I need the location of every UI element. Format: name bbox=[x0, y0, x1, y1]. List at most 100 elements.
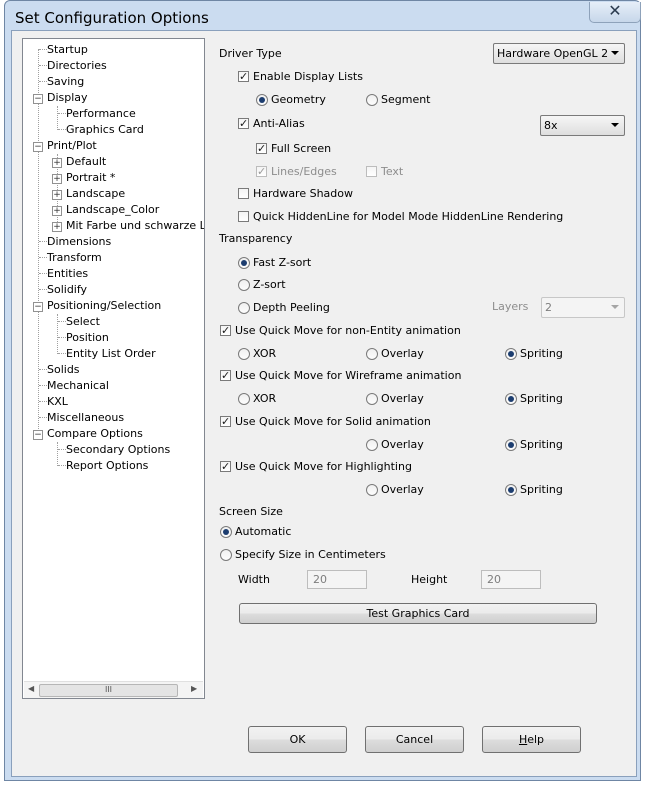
non-entity-overlay-radio[interactable] bbox=[366, 348, 378, 360]
tree-item-kxl[interactable]: KXL bbox=[47, 394, 68, 410]
tree-item-select[interactable]: Select bbox=[66, 314, 100, 330]
scroll-thumb[interactable]: III bbox=[39, 684, 178, 697]
zsort-radio[interactable] bbox=[238, 279, 250, 291]
close-button[interactable]: ✕ bbox=[589, 2, 641, 23]
wireframe-xor-radio[interactable] bbox=[238, 393, 250, 405]
solid-spriting-label: Spriting bbox=[520, 438, 563, 451]
text-checkbox[interactable] bbox=[366, 166, 377, 177]
collapse-compare-icon[interactable]: − bbox=[33, 430, 43, 440]
tree-item-compare-options[interactable]: Compare Options bbox=[47, 426, 143, 442]
tree-item-transform[interactable]: Transform bbox=[47, 250, 102, 266]
scroll-right-icon[interactable]: ▶ bbox=[191, 684, 197, 693]
wireframe-overlay-radio[interactable] bbox=[366, 393, 378, 405]
automatic-label: Automatic bbox=[235, 525, 292, 538]
ok-button[interactable]: OK bbox=[248, 726, 347, 753]
quickmove-wireframe-label: Use Quick Move for Wireframe animation bbox=[235, 369, 462, 382]
tree-item-directories[interactable]: Directories bbox=[47, 58, 107, 74]
quickmove-highlighting-checkbox[interactable]: ✓ bbox=[220, 461, 231, 472]
expand-mit-farbe-icon[interactable]: + bbox=[52, 222, 62, 232]
geometry-radio[interactable] bbox=[256, 94, 268, 106]
anti-alias-select[interactable]: 8x bbox=[540, 115, 625, 136]
tree-item-landscape-color[interactable]: Landscape_Color bbox=[66, 202, 159, 218]
quickmove-non-entity-checkbox[interactable]: ✓ bbox=[220, 325, 231, 336]
height-field[interactable]: 20 bbox=[481, 570, 541, 589]
close-icon: ✕ bbox=[608, 1, 622, 20]
tree-item-position[interactable]: Position bbox=[66, 330, 109, 346]
automatic-radio[interactable] bbox=[220, 526, 232, 538]
expand-landscape-color-icon[interactable]: + bbox=[52, 206, 62, 216]
segment-radio[interactable] bbox=[366, 94, 378, 106]
collapse-printplot-icon[interactable]: − bbox=[33, 142, 43, 152]
help-button[interactable]: Help bbox=[482, 726, 581, 753]
lines-edges-label: Lines/Edges bbox=[271, 165, 337, 178]
quickmove-highlighting-label: Use Quick Move for Highlighting bbox=[235, 460, 412, 473]
anti-alias-checkbox[interactable]: ✓ bbox=[238, 118, 249, 129]
collapse-positioning-icon[interactable]: − bbox=[33, 302, 43, 312]
layers-select[interactable]: 2 bbox=[541, 297, 625, 318]
tree-item-positioning-selection[interactable]: Positioning/Selection bbox=[47, 298, 161, 314]
collapse-display-icon[interactable]: − bbox=[33, 94, 43, 104]
tree-item-default[interactable]: Default bbox=[66, 154, 106, 170]
tree-item-startup[interactable]: Startup bbox=[47, 42, 88, 58]
quickmove-non-entity-label: Use Quick Move for non-Entity animation bbox=[235, 324, 461, 337]
tree-item-entity-list-order[interactable]: Entity List Order bbox=[66, 346, 156, 362]
hardware-shadow-label: Hardware Shadow bbox=[253, 187, 354, 200]
highlighting-spriting-radio[interactable] bbox=[505, 484, 517, 496]
solid-spriting-radio[interactable] bbox=[505, 439, 517, 451]
tree-root-line bbox=[38, 49, 39, 429]
tree-item-entities[interactable]: Entities bbox=[47, 266, 88, 282]
cancel-button[interactable]: Cancel bbox=[365, 726, 464, 753]
tree-item-mechanical[interactable]: Mechanical bbox=[47, 378, 109, 394]
grip-icon: III bbox=[104, 685, 113, 694]
transparency-label: Transparency bbox=[219, 232, 293, 245]
tree-item-report-options[interactable]: Report Options bbox=[66, 458, 148, 474]
help-label-rest: elp bbox=[527, 733, 545, 746]
tree-display-line bbox=[57, 106, 58, 130]
tree-item-saving[interactable]: Saving bbox=[47, 74, 84, 90]
tree-item-landscape[interactable]: Landscape bbox=[66, 186, 125, 202]
width-label: Width bbox=[238, 573, 270, 586]
fast-zsort-radio[interactable] bbox=[238, 257, 250, 269]
expand-landscape-icon[interactable]: + bbox=[52, 190, 62, 200]
full-screen-label: Full Screen bbox=[271, 142, 332, 155]
hardware-shadow-checkbox[interactable] bbox=[238, 188, 249, 199]
quickmove-wireframe-checkbox[interactable]: ✓ bbox=[220, 370, 231, 381]
tree-item-performance[interactable]: Performance bbox=[66, 106, 136, 122]
quickmove-solid-checkbox[interactable]: ✓ bbox=[220, 416, 231, 427]
segment-label: Segment bbox=[381, 93, 431, 106]
tree-item-print-plot[interactable]: Print/Plot bbox=[47, 138, 97, 154]
highlighting-overlay-radio[interactable] bbox=[366, 484, 378, 496]
depth-peeling-radio[interactable] bbox=[238, 302, 250, 314]
tree-item-dimensions[interactable]: Dimensions bbox=[47, 234, 111, 250]
tree-item-solidify[interactable]: Solidify bbox=[47, 282, 87, 298]
tree-item-portrait[interactable]: Portrait * bbox=[66, 170, 115, 186]
tree-item-secondary-options[interactable]: Secondary Options bbox=[66, 442, 170, 458]
expand-portrait-icon[interactable]: + bbox=[52, 174, 62, 184]
driver-type-select[interactable]: Hardware OpenGL 2 bbox=[493, 43, 625, 64]
non-entity-spriting-label: Spriting bbox=[520, 347, 563, 360]
lines-edges-checkbox[interactable]: ✓ bbox=[256, 166, 267, 177]
quick-hiddenline-checkbox[interactable] bbox=[238, 211, 249, 222]
tree-item-miscellaneous[interactable]: Miscellaneous bbox=[47, 410, 124, 426]
solid-overlay-radio[interactable] bbox=[366, 439, 378, 451]
non-entity-overlay-label: Overlay bbox=[381, 347, 424, 360]
width-field[interactable]: 20 bbox=[307, 570, 367, 589]
tree-item-mit-farbe[interactable]: Mit Farbe und schwarze Linie bbox=[66, 218, 204, 234]
tree-item-graphics-card[interactable]: Graphics Card bbox=[66, 122, 144, 138]
specify-size-radio[interactable] bbox=[220, 549, 232, 561]
tree-horizontal-scrollbar[interactable]: ◀ III ▶ bbox=[24, 681, 203, 698]
tree-positioning-line bbox=[57, 314, 58, 354]
tree-item-display[interactable]: Display bbox=[47, 90, 88, 106]
wireframe-spriting-radio[interactable] bbox=[505, 393, 517, 405]
options-tree[interactable]: Startup Directories Saving − Display Per… bbox=[22, 38, 205, 699]
non-entity-spriting-radio[interactable] bbox=[505, 348, 517, 360]
zsort-label: Z-sort bbox=[253, 278, 286, 291]
full-screen-checkbox[interactable]: ✓ bbox=[256, 143, 267, 154]
chevron-down-icon bbox=[611, 305, 619, 309]
expand-default-icon[interactable]: + bbox=[52, 158, 62, 168]
enable-display-lists-checkbox[interactable]: ✓ bbox=[238, 71, 249, 82]
test-graphics-card-button[interactable]: Test Graphics Card bbox=[239, 603, 597, 624]
tree-item-solids[interactable]: Solids bbox=[47, 362, 80, 378]
non-entity-xor-radio[interactable] bbox=[238, 348, 250, 360]
scroll-left-icon[interactable]: ◀ bbox=[28, 684, 34, 693]
